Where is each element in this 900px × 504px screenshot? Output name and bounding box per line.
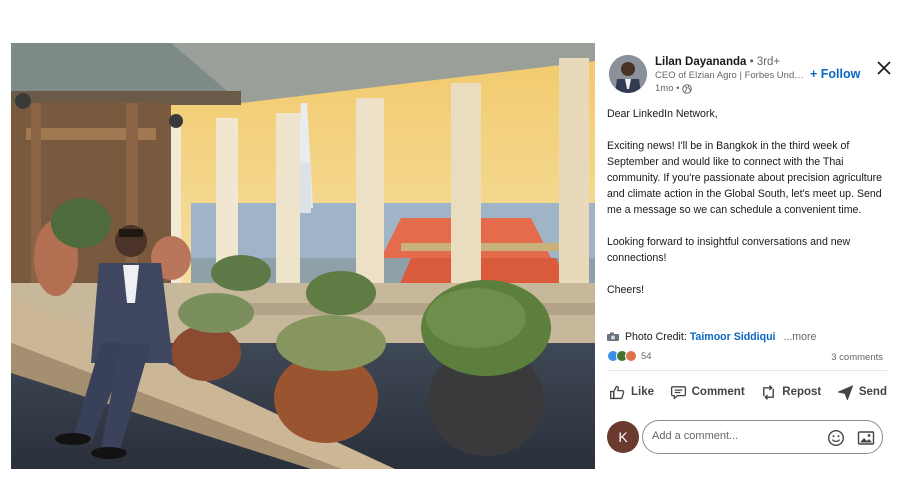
love-reaction-icon: [625, 350, 637, 362]
like-label: Like: [631, 386, 655, 398]
send-button[interactable]: Send: [835, 379, 889, 405]
rooftop-terrace-image: [11, 43, 595, 469]
follow-button[interactable]: + Follow: [810, 67, 860, 81]
post-paragraph: Looking forward to insightful conversati…: [607, 236, 851, 264]
paper-plane-icon: [837, 384, 853, 400]
close-icon[interactable]: [876, 60, 892, 76]
reactions-count: 54: [641, 350, 652, 362]
camera-icon: [607, 332, 619, 341]
photo-credit-mention[interactable]: Taimoor Siddiqui: [690, 331, 776, 343]
author-name[interactable]: Lilan Dayananda: [655, 56, 746, 68]
profile-photo-icon: [609, 55, 647, 93]
author-headline: CEO of Elzian Agro | Forbes Under 30: [655, 70, 805, 81]
viewer-avatar[interactable]: K: [607, 421, 639, 453]
globe-icon: [682, 83, 693, 94]
comment-composer: K: [607, 420, 885, 454]
post-paragraph: Exciting news! I'll be in Bangkok in the…: [607, 140, 883, 216]
like-button[interactable]: Like: [607, 379, 656, 405]
divider: [607, 370, 887, 371]
comment-box[interactable]: [642, 420, 883, 454]
post-photo[interactable]: [11, 43, 595, 469]
see-more-link[interactable]: ...more: [783, 331, 816, 343]
thumbs-up-icon: [610, 385, 625, 399]
author-name-line[interactable]: Lilan Dayananda • 3rd+: [655, 56, 780, 68]
comments-count[interactable]: 3 comments: [831, 352, 883, 363]
connection-degree: • 3rd+: [749, 56, 781, 68]
send-label: Send: [858, 386, 887, 398]
post-closing: Cheers!: [607, 284, 645, 296]
repost-label: Repost: [782, 386, 822, 398]
smiley-icon[interactable]: [827, 429, 845, 447]
photo-credit-label: Photo Credit:: [624, 331, 687, 343]
post-detail-pane: Lilan Dayananda • 3rd+ CEO of Elzian Agr…: [595, 43, 900, 469]
post-greeting: Dear LinkedIn Network,: [607, 108, 718, 120]
repost-arrows-icon: [763, 384, 775, 400]
comment-button[interactable]: Comment: [668, 379, 747, 405]
author-avatar[interactable]: [609, 55, 647, 93]
photo-credit: Photo Credit: Taimoor Siddiqui ...more: [607, 331, 816, 343]
comment-label: Comment: [691, 386, 745, 398]
post-body: Dear LinkedIn Network, Exciting news! I'…: [607, 106, 889, 298]
reaction-icons: [607, 350, 637, 362]
post-meta: 1mo •: [655, 83, 693, 94]
comment-input[interactable]: [652, 430, 812, 442]
repost-button[interactable]: Repost: [758, 379, 823, 405]
speech-bubble-icon: [670, 385, 686, 399]
post-time: 1mo •: [655, 83, 680, 94]
social-actions-bar: Like Comment Repost Send: [607, 379, 889, 405]
reactions-summary[interactable]: 54: [607, 350, 652, 362]
post-viewer: Lilan Dayananda • 3rd+ CEO of Elzian Agr…: [0, 0, 900, 504]
image-icon[interactable]: [857, 429, 875, 447]
